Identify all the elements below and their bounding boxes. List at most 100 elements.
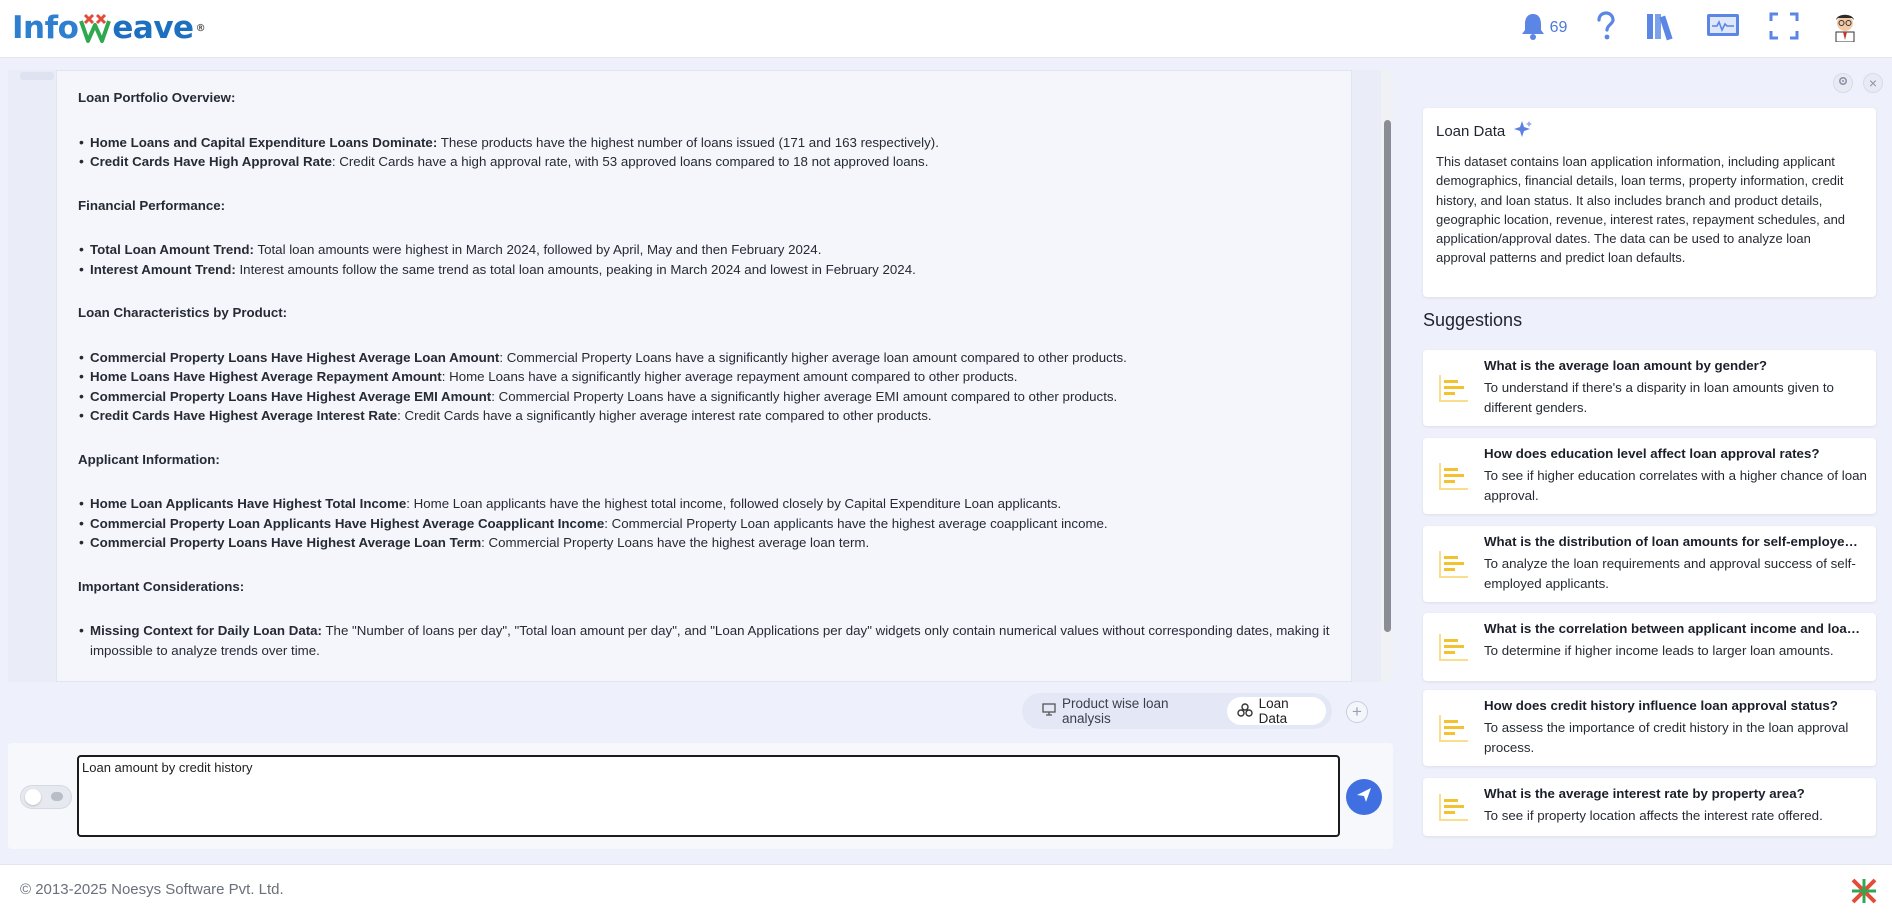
monitor-button[interactable]: [1704, 12, 1742, 44]
side-scrollbar[interactable]: [1878, 70, 1886, 864]
dataset-chip-label: Loan Data: [1258, 696, 1289, 726]
section-heading: Important Considerations:: [78, 578, 245, 594]
dataset-title: Loan Data: [1436, 122, 1506, 140]
notifications-button[interactable]: 69: [1516, 12, 1570, 44]
bullet-item: Credit Cards Have Highest Average Intere…: [79, 406, 1337, 426]
message-avatar-placeholder: [20, 72, 54, 80]
suggestion-question: What is the distribution of loan amounts…: [1484, 534, 1864, 549]
suggestion-description: To analyze the loan requirements and app…: [1484, 556, 1856, 591]
bullet-title: Home Loans Have Highest Average Repaymen…: [90, 369, 442, 384]
copyright-text: © 2013-2025 Noesys Software Pvt. Ltd.: [20, 881, 284, 898]
context-chips: Product wise loan analysis Loan Data: [1022, 693, 1332, 729]
bullet-text: : Commercial Property Loans have a signi…: [499, 349, 1127, 365]
bullet-item: Home Loans Have Highest Average Repaymen…: [79, 367, 1337, 387]
chart-lines-icon: [1437, 372, 1471, 404]
dataset-description: This dataset contains loan application i…: [1436, 154, 1846, 266]
bullet-title: Interest Amount Trend:: [90, 261, 236, 277]
bullet-item: Missing Context for Daily Loan Data: The…: [79, 621, 1337, 660]
dataset-title-row: Loan Data: [1436, 120, 1863, 142]
analysis-chip[interactable]: Product wise loan analysis: [1034, 696, 1219, 726]
suggestion-description: To see if property location affects the …: [1484, 808, 1823, 823]
suggestion-card[interactable]: What is the average interest rate by pro…: [1423, 778, 1876, 836]
bullet-list: Home Loan Applicants Have Highest Total …: [79, 494, 1337, 553]
answer-content: Loan Portfolio Overview: Home Loans and C…: [56, 70, 1352, 682]
gear-icon: [1837, 74, 1849, 92]
panel-settings-button[interactable]: [1833, 73, 1853, 93]
bullet-item: Total Loan Amount Trend: Total loan amou…: [79, 240, 1337, 260]
chart-lines-icon: [1437, 548, 1471, 580]
section-heading: Applicant Information:: [78, 451, 220, 467]
suggestion-question: What is the average interest rate by pro…: [1484, 786, 1805, 801]
bullet-list: Total Loan Amount Trend: Total loan amou…: [79, 240, 1337, 280]
bullet-item: Home Loan Applicants Have Highest Total …: [79, 494, 1337, 514]
send-button[interactable]: [1346, 779, 1382, 815]
bullet-text: : Commercial Property Loans have a signi…: [491, 388, 1118, 404]
suggestion-card[interactable]: What is the distribution of loan amounts…: [1423, 526, 1876, 602]
fullscreen-button[interactable]: [1768, 12, 1800, 44]
library-button[interactable]: [1644, 12, 1678, 44]
bullet-text: : Credit Cards have a significantly high…: [397, 408, 932, 423]
suggestion-card[interactable]: What is the average loan amount by gende…: [1423, 350, 1876, 426]
bullet-text: Interest amounts follow the same trend a…: [235, 261, 916, 277]
bullet-list: Missing Context for Daily Loan Data: The…: [79, 621, 1337, 660]
bullet-text: These products have the highest number o…: [437, 134, 939, 150]
bell-icon: [1519, 11, 1547, 46]
bullet-title: Credit Cards Have High Approval Rate: [90, 154, 332, 169]
dataset-info-card: Loan Data This dataset contains loan app…: [1423, 108, 1876, 297]
chat-input[interactable]: Loan amount by credit history: [77, 755, 1340, 837]
logo-w-mark-icon: [79, 11, 112, 45]
bullet-title: Commercial Property Loans Have Highest A…: [90, 388, 492, 404]
chat-bubble-icon: [51, 792, 63, 801]
infoweave-logo[interactable]: Info eave ®: [12, 8, 206, 48]
suggestion-question: What is the correlation between applican…: [1484, 621, 1861, 636]
suggestion-description: To see if higher education correlates wi…: [1484, 468, 1867, 503]
bullet-title: Commercial Property Loan Applicants Have…: [90, 515, 605, 531]
dataset-chip[interactable]: Loan Data: [1226, 696, 1326, 726]
bullet-item: Commercial Property Loans Have Highest A…: [79, 387, 1337, 407]
logo-trademark: ®: [195, 22, 206, 34]
suggestion-question: How does credit history influence loan a…: [1484, 698, 1838, 713]
suggestions-heading: Suggestions: [1423, 310, 1523, 330]
bullet-list: Commercial Property Loans Have Highest A…: [79, 348, 1337, 426]
bullet-title: Total Loan Amount Trend:: [90, 242, 254, 257]
notification-count: 69: [1549, 19, 1568, 36]
chat-mode-toggle[interactable]: [20, 785, 72, 809]
bullet-item: Home Loans and Capital Expenditure Loans…: [79, 133, 1337, 153]
monitor-icon: [1705, 12, 1741, 45]
suggestion-description: To understand if there's a disparity in …: [1484, 380, 1834, 415]
bullet-title: Home Loans and Capital Expenditure Loans…: [90, 134, 438, 150]
section-heading: Loan Characteristics by Product:: [78, 305, 288, 320]
toggle-knob: [25, 789, 41, 805]
bullet-text: Total loan amounts were highest in March…: [253, 242, 822, 257]
add-context-button[interactable]: +: [1346, 701, 1368, 723]
help-button[interactable]: [1592, 10, 1620, 46]
chat-scrollbar-thumb[interactable]: [1384, 120, 1391, 632]
bullet-item: Commercial Property Loans Have Highest A…: [79, 348, 1337, 368]
bullet-text: : Commercial Property Loan applicants ha…: [604, 515, 1108, 531]
suggestion-card[interactable]: How does credit history influence loan a…: [1423, 690, 1876, 766]
footer: © 2013-2025 Noesys Software Pvt. Ltd.: [0, 864, 1892, 918]
analysis-chip-label: Product wise loan analysis: [1062, 696, 1169, 726]
help-icon: [1595, 10, 1617, 46]
chart-lines-icon: [1437, 791, 1471, 823]
send-icon: [1355, 786, 1373, 809]
suggestion-card[interactable]: What is the correlation between applican…: [1423, 613, 1876, 681]
suggestion-description: To assess the importance of credit histo…: [1484, 720, 1849, 755]
bullet-item: Interest Amount Trend: Interest amounts …: [79, 260, 1337, 280]
avatar: [1830, 10, 1860, 47]
chart-lines-icon: [1437, 460, 1471, 492]
library-icon: [1645, 11, 1677, 46]
suggestion-question: What is the average loan amount by gende…: [1484, 358, 1767, 373]
user-avatar[interactable]: [1830, 12, 1860, 44]
sparkle-icon: [1513, 120, 1533, 142]
bullet-item: Credit Cards Have High Approval Rate: Cr…: [79, 152, 1337, 172]
footer-logo-icon: [1850, 877, 1878, 905]
section-heading: Financial Performance:: [78, 197, 226, 213]
bullet-text: : Commercial Property Loans have the hig…: [481, 535, 870, 550]
bullet-text: : Home Loan applicants have the highest …: [406, 496, 1062, 511]
bullet-title: Credit Cards Have Highest Average Intere…: [90, 408, 398, 423]
dataset-icon: [1236, 702, 1253, 720]
bullet-text: : Credit Cards have a high approval rate…: [331, 154, 929, 169]
logo-text-info: Info: [12, 10, 79, 46]
suggestion-card[interactable]: How does education level affect loan app…: [1423, 438, 1876, 514]
